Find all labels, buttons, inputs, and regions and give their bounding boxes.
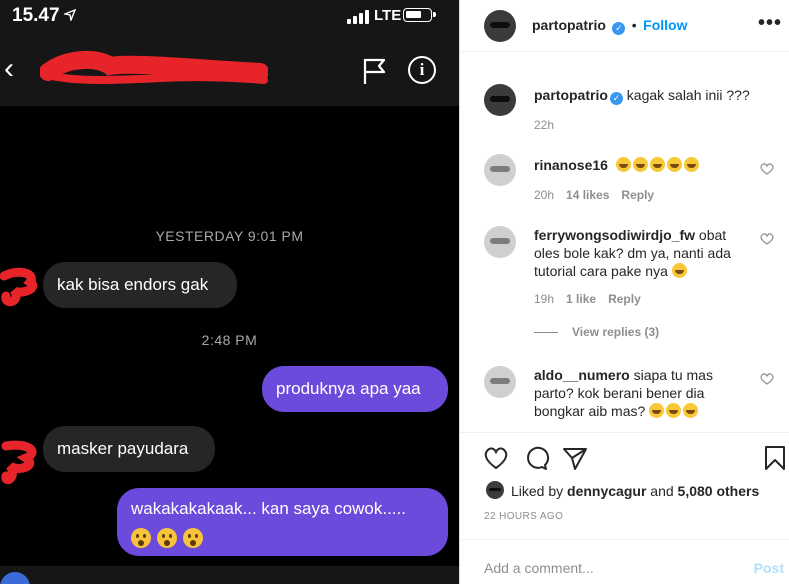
comment-text-line: aldo__numero siapa tu mas parto? kok ber… (534, 366, 754, 420)
caption-username[interactable]: partopatrio (534, 87, 608, 103)
chat-timestamp: YESTERDAY 9:01 PM (155, 228, 304, 244)
view-replies-label[interactable]: View replies (3) (572, 325, 659, 339)
rolling-laughing-emoji-icon (649, 403, 665, 418)
report-flag-icon[interactable] (362, 57, 388, 85)
comment-likes[interactable]: 14 likes (566, 188, 609, 202)
liked-by-prefix: Liked by (511, 483, 564, 499)
comment-likes[interactable]: 1 like (566, 292, 596, 306)
redacted-avatar-scribble (1, 440, 37, 485)
signal-bars-icon (347, 10, 369, 24)
liked-by-and: and (650, 483, 674, 499)
dot-separator: • (631, 17, 637, 33)
back-chevron-icon[interactable]: ‹ (4, 54, 14, 84)
message-composer-bar[interactable] (0, 566, 459, 584)
view-replies-button[interactable]: View replies (3) (534, 325, 671, 339)
comment-username[interactable]: rinanose16 (534, 157, 608, 173)
comment-username[interactable]: ferrywongsodiwirdjo_fw (534, 227, 695, 243)
comment-text-line: rinanose16 (534, 156, 754, 174)
comment-bubble-icon[interactable] (523, 445, 549, 471)
info-icon[interactable]: i (408, 56, 436, 84)
avatar[interactable] (484, 154, 516, 186)
outgoing-message: produknya apa yaa (262, 366, 448, 412)
comment-meta: 20h 14 likes Reply (534, 188, 666, 202)
rolling-laughing-emoji-icon (666, 403, 682, 418)
follow-button[interactable]: Follow (643, 17, 687, 33)
avatar[interactable] (484, 10, 516, 42)
rolling-laughing-emoji-icon (649, 157, 665, 172)
post-age: 22 HOURS AGO (484, 511, 564, 522)
post-panel: partopatrio ✓ • Follow ••• partopatrio ✓ … (459, 0, 789, 584)
liked-by-user[interactable]: dennycagur (567, 483, 646, 499)
grinning-emoji-icon (671, 263, 687, 278)
surprised-face-emoji-icon (157, 527, 177, 548)
comment-text-line: ferrywongsodiwirdjo_fw obat oles bole ka… (534, 226, 754, 280)
avatar[interactable] (484, 84, 516, 116)
comment-meta: 19h 1 like Reply (534, 292, 653, 306)
status-time: 15.47 (12, 5, 60, 26)
avatar[interactable] (484, 366, 516, 398)
outgoing-message-text: wakakakakaak... kan saya cowok..... (131, 499, 406, 518)
reply-button[interactable]: Reply (608, 292, 641, 306)
rolling-laughing-emoji-icon (632, 157, 648, 172)
location-arrow-icon (64, 9, 76, 21)
like-comment-heart-icon[interactable] (760, 162, 774, 176)
like-heart-icon[interactable] (483, 445, 509, 471)
caption-time: 22h (534, 118, 555, 132)
verified-badge-icon: ✓ (612, 22, 626, 35)
rolling-laughing-emoji-icon (615, 157, 631, 172)
comment-emoji-text (615, 157, 701, 173)
comment-time: 19h (534, 292, 555, 306)
dm-chat-screenshot: 15.47 LTE ‹ i YESTERDAY 9:01 PM kak bisa… (0, 0, 459, 584)
redacted-username-scribble (40, 50, 268, 84)
view-replies-line (534, 332, 558, 334)
liked-by-others[interactable]: 5,080 others (678, 483, 760, 499)
post-comment-button[interactable]: Post (754, 560, 784, 576)
grinning-emoji-icon (683, 403, 699, 418)
verified-badge-icon: ✓ (609, 92, 623, 105)
rolling-laughing-emoji-icon (666, 157, 682, 172)
chat-header: ‹ i (0, 34, 459, 106)
outgoing-message: wakakakakaak... kan saya cowok..... (117, 488, 448, 556)
redacted-avatar-scribble (0, 267, 38, 307)
chat-timestamp: 2:48 PM (201, 332, 258, 348)
emoji-row (131, 526, 434, 548)
caption-text: kagak salah inii ??? (626, 87, 750, 103)
surprised-face-emoji-icon (131, 527, 151, 548)
author-username[interactable]: partopatrio (532, 17, 606, 33)
avatar[interactable] (486, 481, 504, 499)
incoming-message: kak bisa endors gak (43, 262, 237, 308)
avatar[interactable] (484, 226, 516, 258)
post-header-user: partopatrio ✓ • Follow (532, 17, 687, 35)
like-comment-heart-icon[interactable] (760, 232, 774, 246)
liked-by-line: Liked by dennycagur and 5,080 others (511, 483, 759, 499)
comment-username[interactable]: aldo__numero (534, 367, 630, 383)
comment-time: 20h (534, 188, 555, 202)
caption-text-line: partopatrio ✓ kagak salah inii ??? (534, 86, 754, 105)
add-comment-bar: Add a comment... Post (460, 539, 789, 584)
network-type: LTE (374, 7, 402, 24)
rolling-laughing-emoji-icon (683, 157, 699, 172)
more-options-icon[interactable]: ••• (758, 12, 782, 35)
share-paper-plane-icon[interactable] (562, 445, 588, 471)
astonished-face-emoji-icon (183, 527, 203, 548)
battery-icon (403, 8, 436, 22)
add-comment-input[interactable]: Add a comment... (484, 560, 594, 576)
incoming-message: masker payudara (43, 426, 215, 472)
like-comment-heart-icon[interactable] (760, 372, 774, 386)
bookmark-icon[interactable] (762, 445, 788, 471)
reply-button[interactable]: Reply (621, 188, 654, 202)
status-bar: 15.47 LTE (0, 0, 459, 34)
post-actions: Liked by dennycagur and 5,080 others 22 … (460, 432, 789, 584)
post-header: partopatrio ✓ • Follow ••• (460, 0, 789, 52)
